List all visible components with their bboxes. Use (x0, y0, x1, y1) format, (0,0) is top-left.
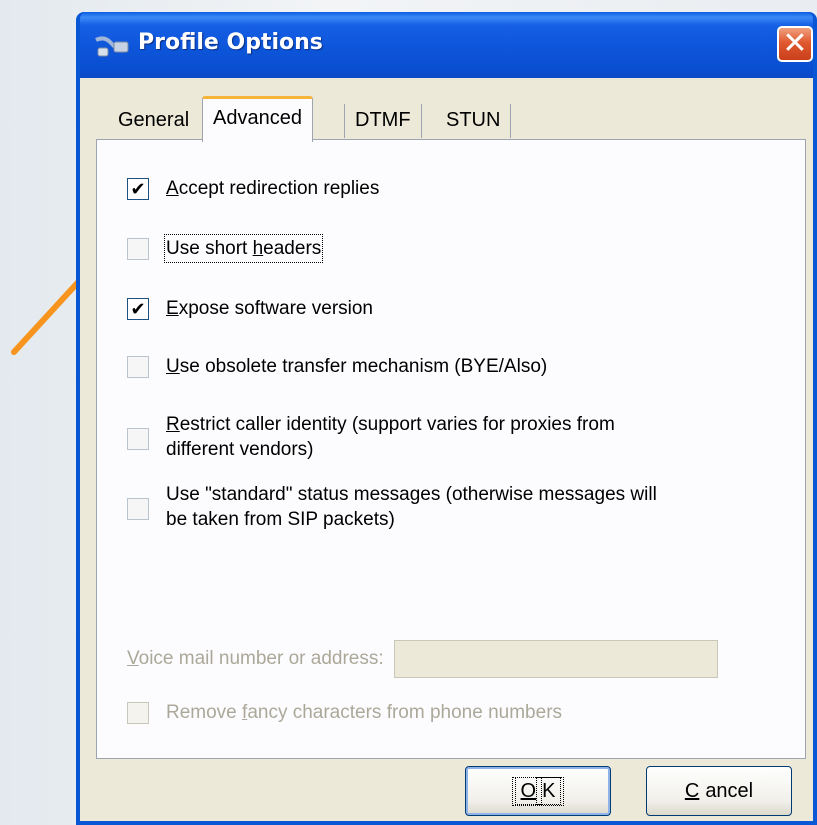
tab-general[interactable]: General (108, 104, 199, 138)
restrict-caller-identity-checkbox[interactable] (127, 428, 149, 450)
dialog-client-area: General Advanced DTMF STUN ✔ Accept redi… (80, 78, 813, 821)
network-plug-icon (95, 36, 129, 57)
ok-button-label: OK (511, 776, 565, 806)
option-standard-status-messages[interactable]: Use "standard" status messages (otherwis… (127, 482, 657, 532)
checkmark-icon: ✔ (130, 299, 146, 319)
voice-mail-input (393, 640, 718, 678)
option-label: Use "standard" status messages (otherwis… (166, 484, 657, 530)
obsolete-transfer-checkbox[interactable] (127, 356, 149, 378)
option-restrict-caller-identity[interactable]: Restrict caller identity (support varies… (127, 412, 615, 462)
voice-mail-label: Voice mail number or address: (127, 648, 384, 669)
short-headers-checkbox[interactable] (127, 238, 149, 260)
option-label: Remove fancy characters from phone numbe… (166, 702, 563, 723)
option-expose-version[interactable]: ✔ Expose software version (127, 296, 373, 321)
ok-button[interactable]: OK (465, 766, 611, 816)
option-short-headers[interactable]: Use short headers (127, 234, 324, 263)
close-icon: ✕ (782, 26, 808, 61)
expose-version-checkbox[interactable]: ✔ (127, 298, 149, 320)
advanced-tab-panel: ✔ Accept redirection replies Use short h… (96, 139, 806, 759)
option-label: Accept redirection replies (166, 178, 380, 199)
option-label: Expose software version (166, 298, 374, 319)
dialog-title: Profile Options (138, 30, 323, 55)
option-obsolete-transfer[interactable]: Use obsolete transfer mechanism (BYE/Als… (127, 354, 547, 379)
option-label: Restrict caller identity (support varies… (166, 414, 615, 460)
option-accept-redirection[interactable]: ✔ Accept redirection replies (127, 176, 379, 201)
tab-stun[interactable]: STUN (436, 104, 512, 138)
profile-options-dialog: Profile Options ✕ General Advanced DTMF … (76, 12, 817, 825)
option-remove-fancy-characters: Remove fancy characters from phone numbe… (127, 700, 562, 725)
title-bar[interactable]: Profile Options ✕ (80, 12, 813, 78)
accept-redirection-checkbox[interactable]: ✔ (127, 178, 149, 200)
cancel-button[interactable]: Cancel (646, 766, 792, 816)
close-button[interactable]: ✕ (777, 26, 813, 62)
cancel-button-label: Cancel (684, 779, 754, 802)
checkmark-icon: ✔ (130, 179, 146, 199)
tab-dtmf[interactable]: DTMF (344, 104, 422, 138)
option-label: Use obsolete transfer mechanism (BYE/Als… (166, 356, 548, 377)
tab-advanced[interactable]: Advanced (202, 96, 313, 142)
standard-status-messages-checkbox[interactable] (127, 498, 149, 520)
voice-mail-row: Voice mail number or address: (127, 640, 718, 678)
option-label: Use short headers (163, 234, 324, 263)
remove-fancy-characters-checkbox (127, 702, 149, 724)
